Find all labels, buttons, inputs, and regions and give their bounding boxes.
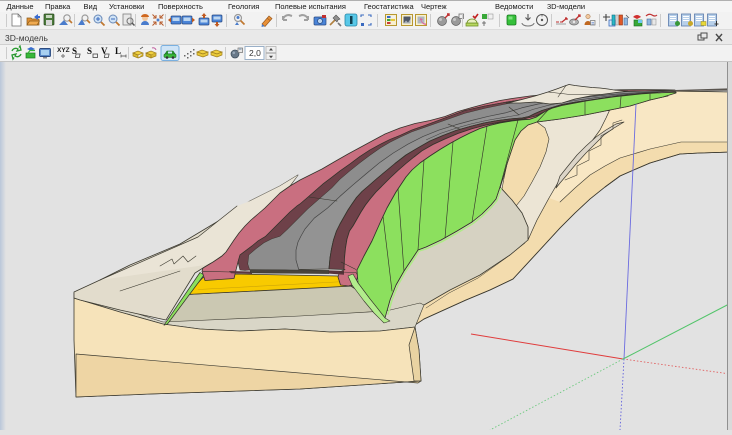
svg-text:S: S (87, 46, 92, 56)
svg-text:L: L (115, 46, 121, 56)
svg-text:XYZ: XYZ (57, 47, 70, 54)
svg-text:2,0: 2,0 (249, 48, 261, 58)
svg-text:V: V (101, 46, 108, 56)
